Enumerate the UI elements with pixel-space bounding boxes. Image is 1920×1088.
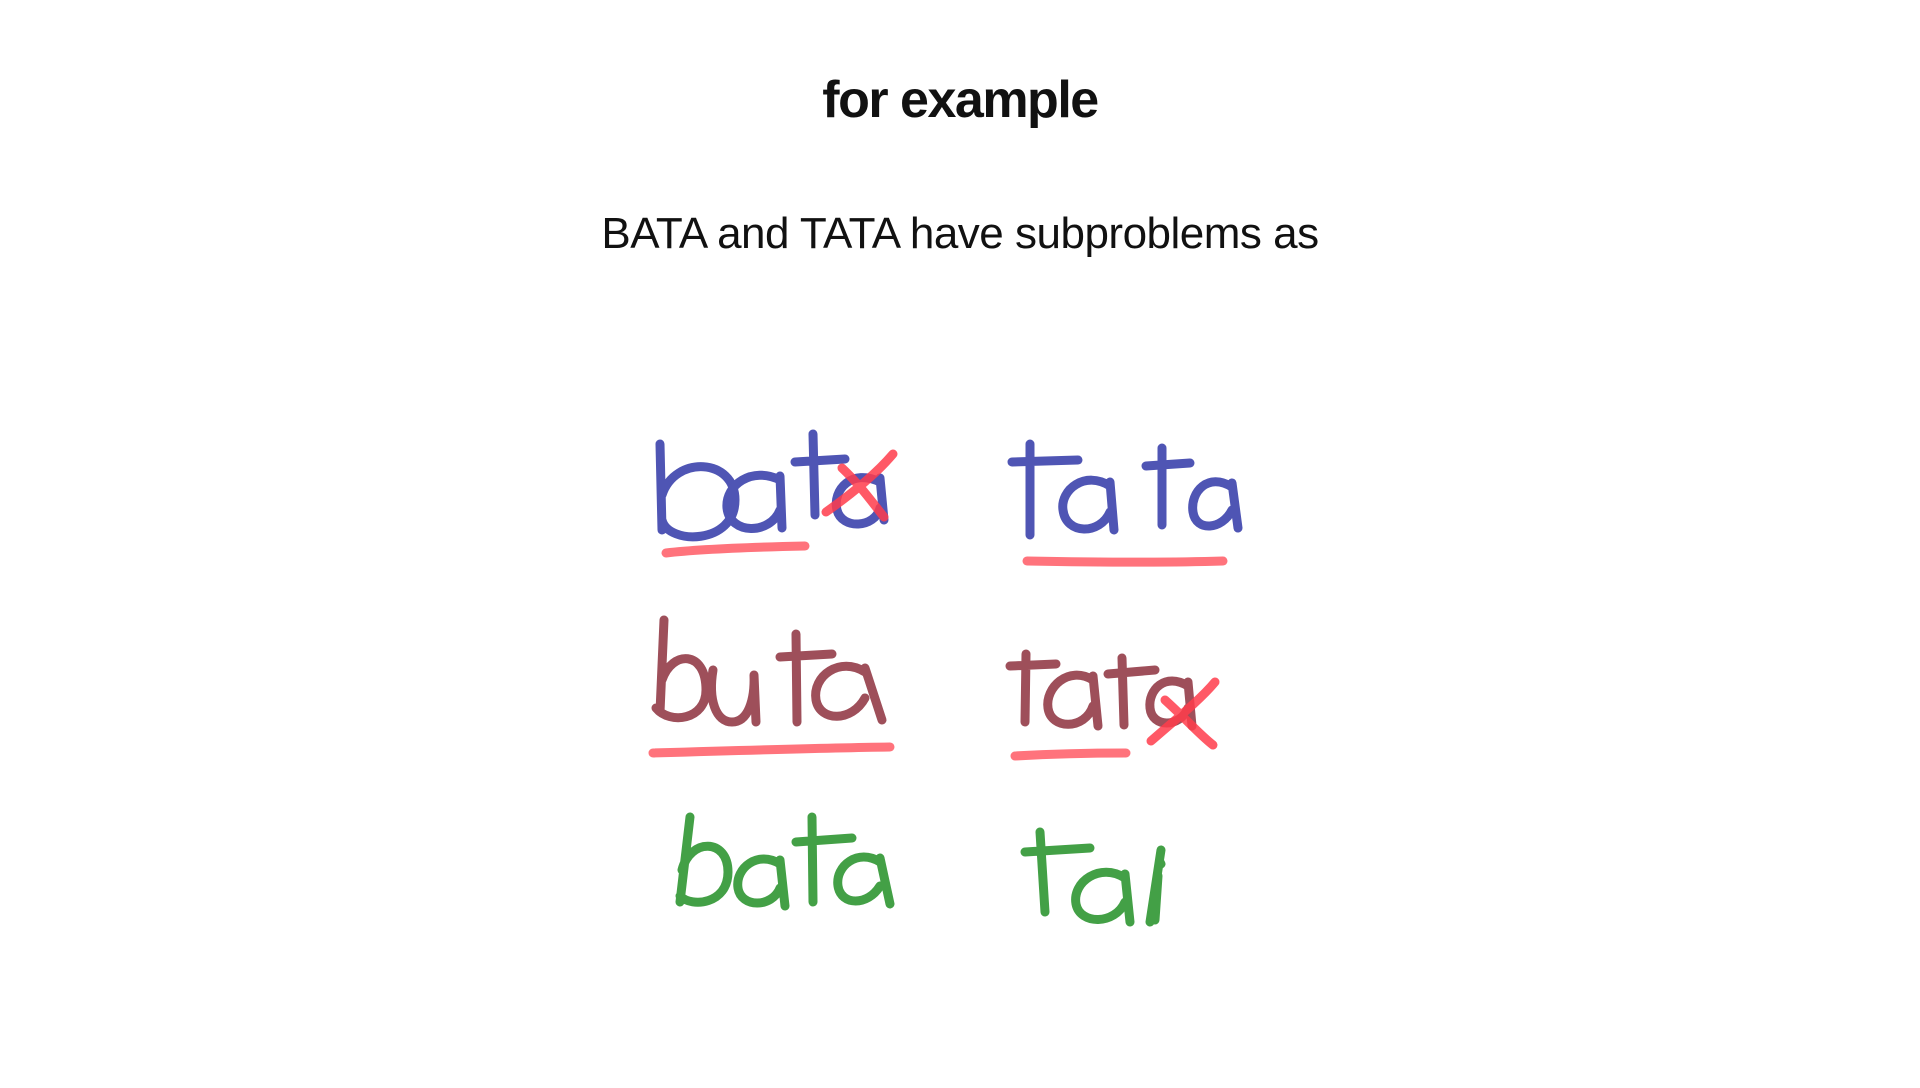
row1-left-word-bata	[655, 429, 889, 542]
row2-right-underline	[1010, 748, 1131, 761]
row2-right-letter-a1	[1043, 670, 1103, 731]
row1-right-letter-a1	[1058, 475, 1119, 535]
row1-right-underline	[1022, 556, 1228, 567]
row3-left-word-bata	[675, 812, 895, 911]
row2-left-underline	[648, 742, 895, 758]
row1-left-letter-b	[655, 439, 740, 542]
row3-left-letter-a1	[733, 854, 790, 911]
row3-left-letter-t	[791, 812, 857, 907]
row2-right-word-tata	[1005, 649, 1197, 731]
row2-left-letter-a	[811, 661, 887, 725]
row2-left-word-bata	[651, 615, 887, 727]
handwritten-annotations	[648, 429, 1243, 927]
row3-right-letter-a	[1071, 867, 1135, 927]
row3-left-letter-b	[675, 812, 733, 907]
row2-left-letter-u	[707, 665, 761, 727]
row1-left-underline	[661, 541, 810, 558]
row2-left-letter-b	[651, 615, 711, 723]
row3-right-letter-t	[1020, 827, 1095, 917]
row2-right-cross-mark	[1146, 677, 1220, 750]
row3-left-letter-a2	[833, 852, 895, 909]
row1-right-letter-a2	[1188, 477, 1243, 533]
row3-right-word-tai	[1020, 827, 1166, 927]
row1-right-word-tata	[1007, 439, 1243, 540]
row1-right-letter-t2	[1141, 443, 1195, 530]
